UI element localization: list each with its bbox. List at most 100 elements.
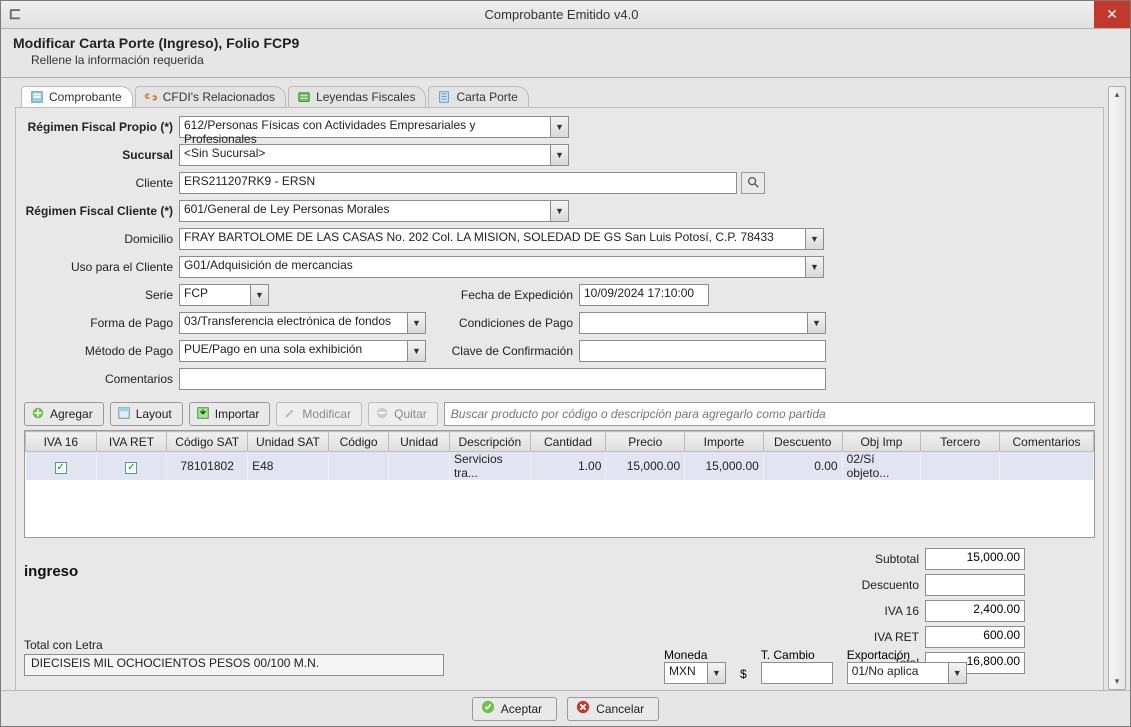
label-sucursal: Sucursal (24, 148, 179, 162)
combo-value: 03/Transferencia electrónica de fondos (184, 314, 391, 328)
dialog-footer: Aceptar Cancelar (1, 690, 1130, 726)
legend-icon (297, 90, 311, 104)
label-domicilio: Domicilio (24, 232, 179, 246)
tab-leyendas-fiscales[interactable]: Leyendas Fiscales (288, 86, 426, 107)
quitar-button[interactable]: Quitar (368, 402, 438, 426)
col-unidad-sat[interactable]: Unidad SAT (248, 432, 329, 452)
col-codigo-sat[interactable]: Código SAT (167, 432, 248, 452)
cell-codigo (328, 452, 389, 481)
col-obj-imp[interactable]: Obj Imp (842, 432, 921, 452)
cell-ivaret[interactable]: ✓ (96, 452, 167, 481)
cancel-icon (576, 700, 590, 717)
iva16-field: 2,400.00 (925, 600, 1025, 622)
modificar-button[interactable]: Modificar (276, 402, 362, 426)
page-subtitle: Rellene la información requerida (31, 53, 1118, 67)
combo-value: MXN (669, 664, 696, 678)
import-icon (196, 406, 210, 423)
ingreso-label: ingreso (24, 563, 447, 580)
tab-comprobante[interactable]: Comprobante (21, 86, 133, 107)
col-descuento[interactable]: Descuento (763, 432, 842, 452)
exportacion-combo[interactable]: 01/No aplica▼ (847, 662, 967, 684)
col-comentarios[interactable]: Comentarios (1000, 432, 1094, 452)
grid-toolbar: Agregar Layout Importar Modificar (16, 398, 1103, 430)
app-window: ⊏ Comprobante Emitido v4.0 ✕ Modificar C… (0, 0, 1131, 727)
tab-label: Comprobante (49, 90, 122, 104)
combo-value: 601/General de Ley Personas Morales (184, 202, 389, 216)
chevron-down-icon: ▼ (807, 313, 825, 333)
agregar-button[interactable]: Agregar (24, 402, 104, 426)
field-value: 10/09/2024 17:10:00 (584, 286, 694, 300)
grid-header-row: IVA 16 IVA RET Código SAT Unidad SAT Cód… (26, 432, 1094, 452)
tcambio-field[interactable] (761, 662, 833, 684)
button-label: Modificar (302, 407, 351, 421)
chevron-down-icon: ▼ (805, 229, 823, 249)
col-ivaret[interactable]: IVA RET (96, 432, 167, 452)
label-regimen-cliente: Régimen Fiscal Cliente (*) (24, 204, 179, 218)
aceptar-button[interactable]: Aceptar (472, 697, 557, 721)
tab-cfdis-relacionados[interactable]: CFDI's Relacionados (135, 86, 286, 107)
remove-icon (375, 406, 389, 423)
moneda-combo[interactable]: MXN▼ (664, 662, 726, 684)
col-codigo[interactable]: Código (328, 432, 389, 452)
label-metodo-pago: Método de Pago (24, 344, 179, 358)
cond-pago-combo[interactable]: ▼ (579, 312, 826, 334)
comprobante-panel: Régimen Fiscal Propio (*) 612/Personas F… (15, 108, 1104, 690)
clave-conf-field[interactable] (579, 340, 826, 362)
label-cliente: Cliente (24, 176, 179, 190)
col-cantidad[interactable]: Cantidad (530, 432, 606, 452)
col-tercero[interactable]: Tercero (921, 432, 1000, 452)
cliente-field[interactable]: ERS211207RK9 - ERSN (179, 172, 737, 194)
regimen-propio-combo[interactable]: 612/Personas Físicas con Actividades Emp… (179, 116, 569, 138)
sucursal-combo[interactable]: <Sin Sucursal>▼ (179, 144, 569, 166)
col-descripcion[interactable]: Descripción (449, 432, 530, 452)
label-iva16: IVA 16 (455, 604, 925, 618)
forma-pago-combo[interactable]: 03/Transferencia electrónica de fondos▼ (179, 312, 426, 334)
tab-carta-porte[interactable]: Carta Porte (428, 86, 528, 107)
metodo-pago-combo[interactable]: PUE/Pago en una sola exhibición▼ (179, 340, 426, 362)
button-label: Layout (136, 407, 172, 421)
col-unidad[interactable]: Unidad (389, 432, 450, 452)
fecha-exp-field[interactable]: 10/09/2024 17:10:00 (579, 284, 709, 306)
col-precio[interactable]: Precio (606, 432, 685, 452)
system-icon: ⊏ (1, 5, 29, 24)
cancelar-button[interactable]: Cancelar (567, 697, 659, 721)
cell-tercero (921, 452, 1000, 481)
combo-value: PUE/Pago en una sola exhibición (184, 342, 362, 356)
tab-label: Carta Porte (456, 90, 517, 104)
label-forma-pago: Forma de Pago (24, 316, 179, 330)
button-label: Importar (215, 407, 260, 421)
label-comentarios: Comentarios (24, 372, 179, 386)
label-clave-conf: Clave de Confirmación (426, 344, 579, 358)
combo-value: FRAY BARTOLOME DE LAS CASAS No. 202 Col.… (184, 230, 774, 244)
serie-combo[interactable]: FCP▼ (179, 284, 269, 306)
button-label: Aceptar (501, 702, 542, 716)
layout-button[interactable]: Layout (110, 402, 183, 426)
importar-button[interactable]: Importar (189, 402, 271, 426)
close-button[interactable]: ✕ (1094, 1, 1130, 28)
uso-cliente-combo[interactable]: G01/Adquisición de mercancias▼ (179, 256, 824, 278)
tabstrip: Comprobante CFDI's Relacionados Leyendas… (15, 86, 1104, 108)
items-grid[interactable]: IVA 16 IVA RET Código SAT Unidad SAT Cód… (24, 430, 1095, 538)
cell-iva16[interactable]: ✓ (26, 452, 97, 481)
combo-value: G01/Adquisición de mercancias (184, 258, 353, 272)
cell-unidad-sat: E48 (248, 452, 329, 481)
search-cliente-button[interactable] (741, 172, 765, 194)
cell-codigo-sat: 78101802 (167, 452, 248, 481)
label-uso-cliente: Uso para el Cliente (24, 260, 179, 274)
checkbox-icon: ✓ (55, 462, 67, 474)
product-search-input[interactable] (444, 402, 1095, 426)
cell-obj-imp: 02/Sí objeto... (842, 452, 921, 481)
domicilio-combo[interactable]: FRAY BARTOLOME DE LAS CASAS No. 202 Col.… (179, 228, 824, 250)
vertical-scrollbar[interactable] (1108, 86, 1126, 690)
comentarios-field[interactable] (179, 368, 826, 390)
combo-value: 01/No aplica (852, 664, 919, 678)
label-ivaret: IVA RET (455, 630, 925, 644)
table-row[interactable]: ✓ ✓ 78101802 E48 Servicios tra... 1.00 1… (26, 452, 1094, 481)
regimen-cliente-combo[interactable]: 601/General de Ley Personas Morales▼ (179, 200, 569, 222)
subtotal-field: 15,000.00 (925, 548, 1025, 570)
search-icon (746, 175, 760, 192)
document-icon (437, 90, 451, 104)
cell-unidad (389, 452, 450, 481)
col-iva16[interactable]: IVA 16 (26, 432, 97, 452)
col-importe[interactable]: Importe (685, 432, 764, 452)
